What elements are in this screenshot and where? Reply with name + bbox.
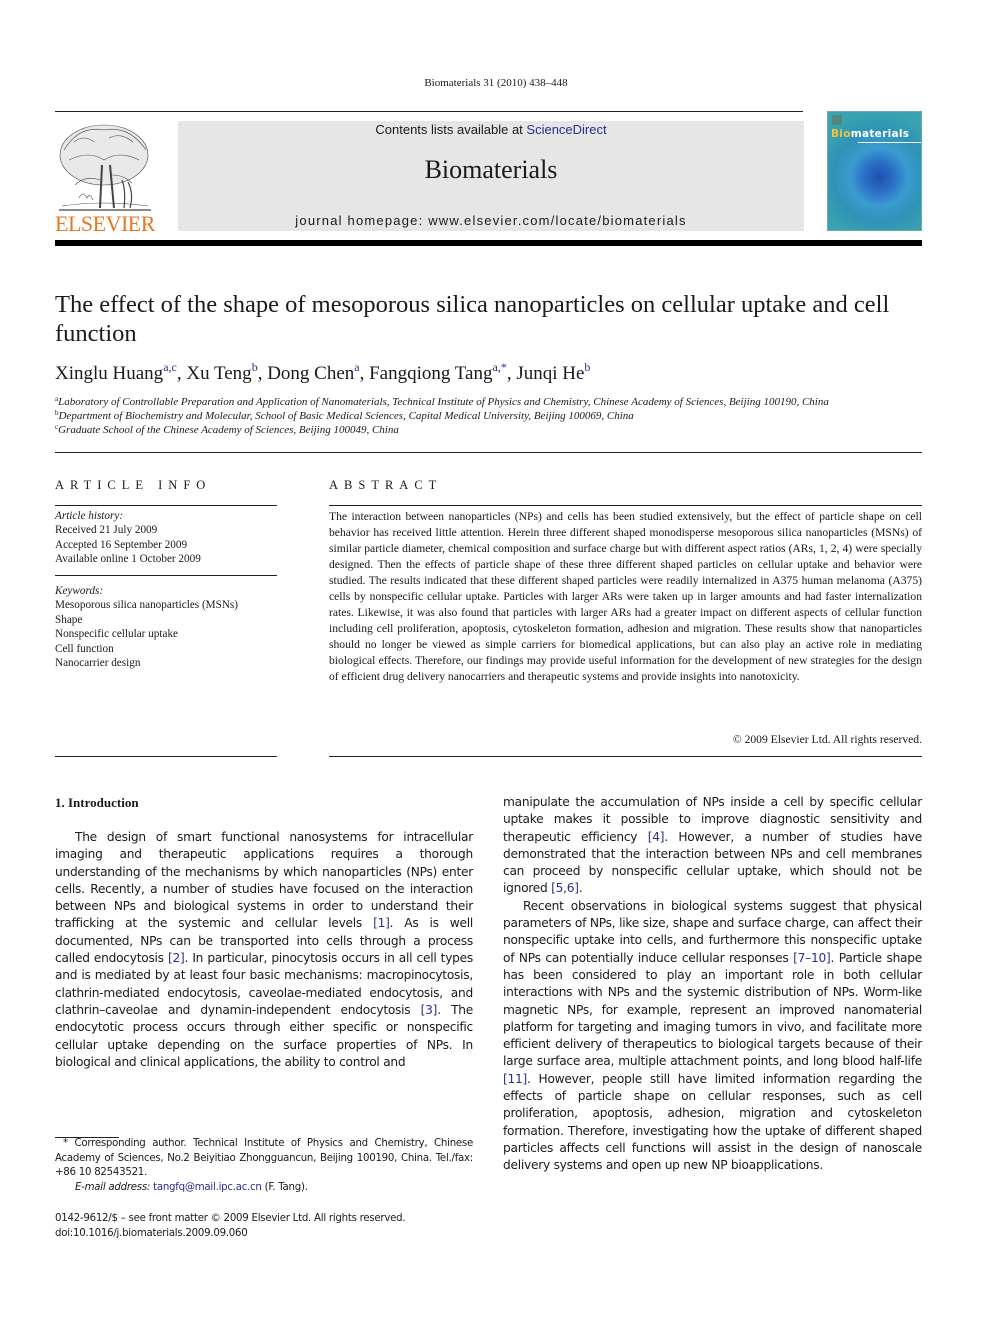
keywords: Keywords: Mesoporous silica nanoparticle… (55, 584, 280, 670)
keyword-item: Mesoporous silica nanoparticles (MSNs) (55, 599, 239, 612)
affiliation: aLaboratory of Controllable Preparation … (55, 395, 935, 408)
abstract-heading: ABSTRACT (329, 478, 443, 492)
top-rule (55, 111, 803, 112)
body-column-left: The design of smart functional nanosyste… (55, 829, 473, 1071)
issn-line: 0142-9612/$ – see front matter © 2009 El… (55, 1213, 406, 1224)
divider (55, 575, 277, 576)
author-name[interactable]: Junqi He (516, 363, 584, 384)
author-affil-mark[interactable]: b (584, 360, 590, 374)
history-item: Available online 1 October 2009 (55, 553, 201, 566)
journal-cover-thumbnail[interactable]: Biomaterials (827, 111, 922, 231)
affiliation-text: Department of Biochemistry and Molecular… (58, 410, 634, 422)
divider (329, 505, 922, 506)
author-affil-mark[interactable]: a,c (163, 360, 177, 374)
doi-link[interactable]: doi:10.1016/j.biomaterials.2009.09.060 (55, 1227, 475, 1242)
elsevier-wordmark[interactable]: ELSEVIER (54, 211, 156, 237)
journal-masthead: Contents lists available at ScienceDirec… (178, 121, 804, 231)
divider (329, 756, 922, 757)
section-divider (55, 452, 922, 453)
author-affil-mark[interactable]: a,* (493, 360, 507, 374)
email-label: E-mail address: (75, 1181, 151, 1193)
text-run: . (578, 881, 583, 896)
journal-name: Biomaterials (424, 155, 558, 184)
affiliation-text: Laboratory of Controllable Preparation a… (58, 396, 829, 408)
contents-line: Contents lists available at ScienceDirec… (178, 121, 804, 137)
contents-prefix: Contents lists available at (375, 122, 527, 137)
citation-link[interactable]: [7–10] (793, 951, 831, 965)
author-affil-mark[interactable]: b (252, 360, 258, 374)
author-name[interactable]: Fangqiong Tang (369, 363, 492, 384)
article-title: The effect of the shape of mesoporous si… (55, 291, 890, 347)
abstract-text: The interaction between nanoparticles (N… (329, 510, 922, 683)
cover-title-bio: Bio (831, 128, 851, 140)
cover-title: Biomaterials (828, 128, 921, 140)
keyword-item: Shape (55, 613, 83, 626)
cover-title-rest: materials (850, 128, 910, 140)
abstract-copyright: © 2009 Elsevier Ltd. All rights reserved… (732, 733, 922, 746)
citation-link[interactable]: [4] (648, 830, 665, 844)
paragraph: manipulate the accumulation of NPs insid… (503, 794, 922, 898)
article-history: Article history: Received 21 July 2009 A… (55, 509, 280, 567)
history-item: Received 21 July 2009 (55, 524, 158, 537)
keyword-item: Nonspecific cellular uptake (55, 628, 179, 641)
author-name[interactable]: Xinglu Huang (55, 363, 163, 384)
body-column-right: manipulate the accumulation of NPs insid… (503, 794, 922, 1175)
affiliation: bDepartment of Biochemistry and Molecula… (55, 409, 935, 422)
citation-link[interactable]: [5,6] (551, 881, 579, 895)
corresponding-author-note: * Corresponding author. Technical Instit… (55, 1138, 473, 1179)
running-head: Biomaterials 31 (2010) 438–448 (424, 77, 568, 89)
author-name[interactable]: Xu Teng (186, 363, 251, 384)
divider (55, 505, 277, 506)
citation-link[interactable]: [2] (168, 951, 185, 965)
author-name[interactable]: Dong Chen (267, 363, 354, 384)
keywords-label: Keywords: (55, 585, 104, 597)
history-label: Article history: (55, 510, 124, 522)
cover-title-underline (858, 142, 921, 143)
history-item: Accepted 16 September 2009 (55, 538, 188, 551)
cover-publisher-badge-icon (832, 115, 842, 125)
keyword-item: Cell function (55, 642, 114, 655)
affiliation-text: Graduate School of the Chinese Academy o… (58, 424, 399, 436)
email-line: E-mail address: tangfq@mail.ipc.ac.cn (F… (55, 1181, 473, 1196)
citation-link[interactable]: [1] (373, 916, 390, 930)
citation-link[interactable]: [11] (503, 1072, 527, 1086)
corresponding-author-footnote: * Corresponding author. Technical Instit… (55, 1137, 473, 1195)
author-affil-mark[interactable]: a (354, 360, 359, 374)
divider (55, 756, 277, 757)
email-suffix: (F. Tang). (261, 1181, 308, 1193)
journal-homepage-link[interactable]: journal homepage: www.elsevier.com/locat… (178, 213, 804, 228)
paragraph: Recent observations in biological system… (503, 898, 922, 1175)
text-run: . Particle shape has been considered to … (503, 950, 922, 1069)
text-run: . However, people still have limited inf… (503, 1071, 922, 1173)
paragraph: The design of smart functional nanosyste… (55, 829, 473, 1071)
footer-metadata: 0142-9612/$ – see front matter © 2009 El… (55, 1212, 475, 1241)
masthead-thick-rule (55, 240, 922, 246)
section-heading-introduction: 1. Introduction (55, 795, 139, 810)
article-info-heading: ARTICLE INFO (55, 478, 212, 492)
citation-link[interactable]: [3] (421, 1003, 438, 1017)
affiliation: cGraduate School of the Chinese Academy … (55, 423, 935, 436)
author-list: Xinglu Huanga,c, Xu Tengb, Dong Chena, F… (55, 360, 591, 384)
email-link[interactable]: tangfq@mail.ipc.ac.cn (153, 1182, 262, 1193)
keyword-item: Nanocarrier design (55, 657, 141, 670)
sciencedirect-link[interactable]: ScienceDirect (526, 122, 606, 137)
